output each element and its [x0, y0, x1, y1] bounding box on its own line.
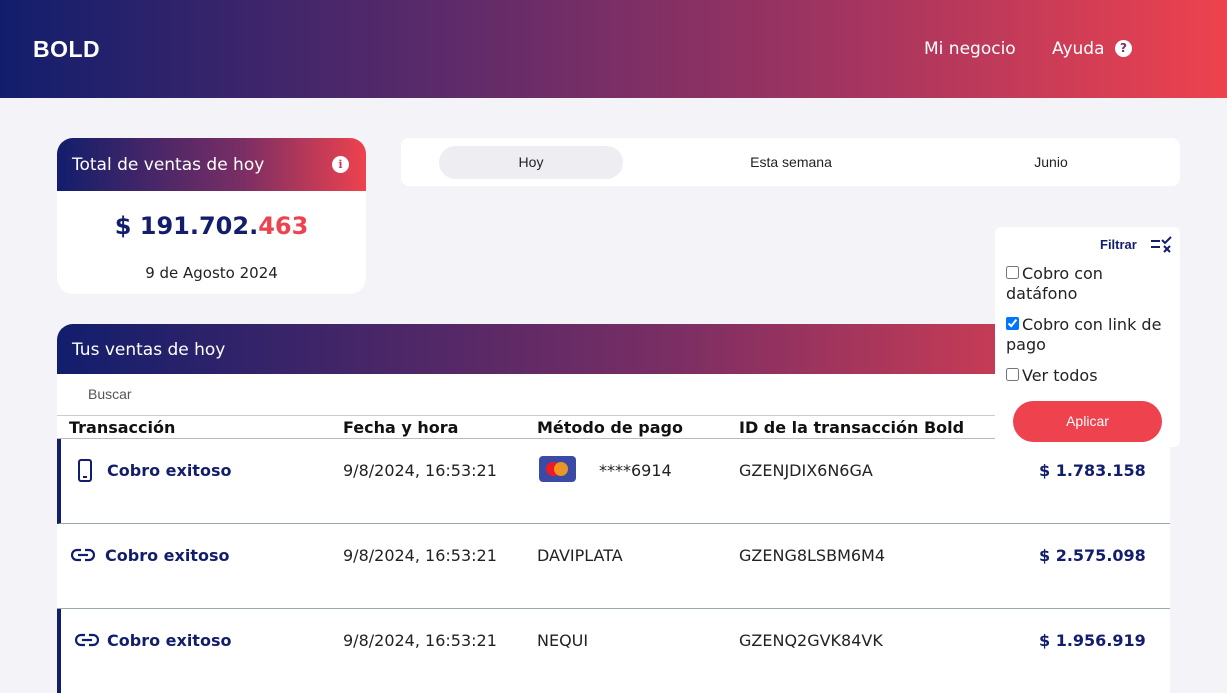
filter-option-ver-todos[interactable]: Ver todos: [1006, 366, 1166, 386]
filter-option-datafono[interactable]: Cobro con datáfono: [1006, 264, 1166, 304]
filter-option-label: Cobro con link de pago: [1006, 315, 1162, 354]
checkbox-ver-todos[interactable]: [1006, 368, 1019, 381]
transaction-amount: $ 1.956.919: [1039, 631, 1146, 650]
phone-icon: [78, 459, 92, 482]
nav-ayuda[interactable]: Ayuda: [1052, 39, 1105, 59]
transaction-amount: $ 1.783.158: [1039, 461, 1146, 480]
sales-title: Tus ventas de hoy: [72, 340, 226, 360]
transaction-datetime: 9/8/2024, 16:53:21: [343, 546, 497, 565]
col-metodo: Método de pago: [537, 418, 683, 437]
total-sales-card: Total de ventas de hoy i $ 191.702.463 9…: [57, 138, 366, 294]
total-amount-main: $ 191.702.: [114, 212, 259, 240]
col-transaccion: Transacción: [69, 418, 176, 437]
transaction-id: GZENJDIX6N6GA: [739, 461, 873, 480]
transaction-datetime: 9/8/2024, 16:53:21: [343, 461, 497, 480]
payment-method: ****6914: [599, 461, 672, 480]
mastercard-icon: [539, 456, 576, 482]
checkbox-link-pago[interactable]: [1006, 317, 1019, 330]
bold-logo[interactable]: BOLD: [33, 36, 100, 63]
transaction-status: Cobro exitoso: [107, 631, 232, 650]
filter-button[interactable]: Filtrar: [1100, 237, 1137, 252]
table-row[interactable]: Cobro exitoso 9/8/2024, 16:53:21 DAVIPLA…: [57, 524, 1170, 609]
total-card-title: Total de ventas de hoy: [72, 155, 265, 175]
filter-panel: Filtrar Cobro con datáfono Cobro con lin…: [995, 227, 1180, 447]
app-header: BOLD Mi negocio Ayuda ?: [0, 0, 1227, 98]
total-date: 9 de Agosto 2024: [145, 264, 278, 282]
filter-option-link-pago[interactable]: Cobro con link de pago: [1006, 315, 1181, 355]
question-circle-icon[interactable]: ?: [1115, 40, 1132, 57]
total-amount-decimals: 463: [258, 212, 309, 240]
checkbox-datafono[interactable]: [1006, 266, 1019, 279]
transaction-status: Cobro exitoso: [105, 546, 230, 565]
transaction-id: GZENG8LSBM6M4: [739, 546, 886, 565]
tab-hoy[interactable]: Hoy: [439, 146, 623, 179]
info-icon[interactable]: i: [332, 156, 349, 173]
transaction-datetime: 9/8/2024, 16:53:21: [343, 631, 497, 650]
transaction-amount: $ 2.575.098: [1039, 546, 1146, 565]
transaction-id: GZENQ2GVK84VK: [739, 631, 883, 650]
tab-junio[interactable]: Junio: [961, 146, 1141, 179]
payment-method: NEQUI: [537, 631, 589, 650]
filter-option-label: Cobro con datáfono: [1006, 264, 1103, 303]
nav-mi-negocio[interactable]: Mi negocio: [924, 39, 1016, 59]
tab-esta-semana[interactable]: Esta semana: [701, 146, 881, 179]
table-row[interactable]: Cobro exitoso 9/8/2024, 16:53:21 NEQUI G…: [57, 609, 1170, 693]
link-icon: [71, 548, 95, 562]
period-tabs: Hoy Esta semana Junio: [401, 138, 1180, 186]
apply-button[interactable]: Aplicar: [1013, 401, 1162, 442]
col-id: ID de la transacción Bold: [739, 418, 965, 437]
search-input[interactable]: Buscar: [88, 386, 132, 402]
filter-check-icon[interactable]: [1150, 235, 1174, 253]
link-icon: [75, 633, 99, 647]
transaction-status: Cobro exitoso: [107, 461, 232, 480]
filter-option-label: Ver todos: [1022, 366, 1098, 385]
payment-method: DAVIPLATA: [537, 546, 623, 565]
total-card-header: Total de ventas de hoy i: [57, 138, 366, 191]
col-fecha: Fecha y hora: [343, 418, 459, 437]
total-amount: $ 191.702.463: [57, 212, 366, 240]
table-row[interactable]: Cobro exitoso 9/8/2024, 16:53:21 ****691…: [57, 439, 1170, 524]
